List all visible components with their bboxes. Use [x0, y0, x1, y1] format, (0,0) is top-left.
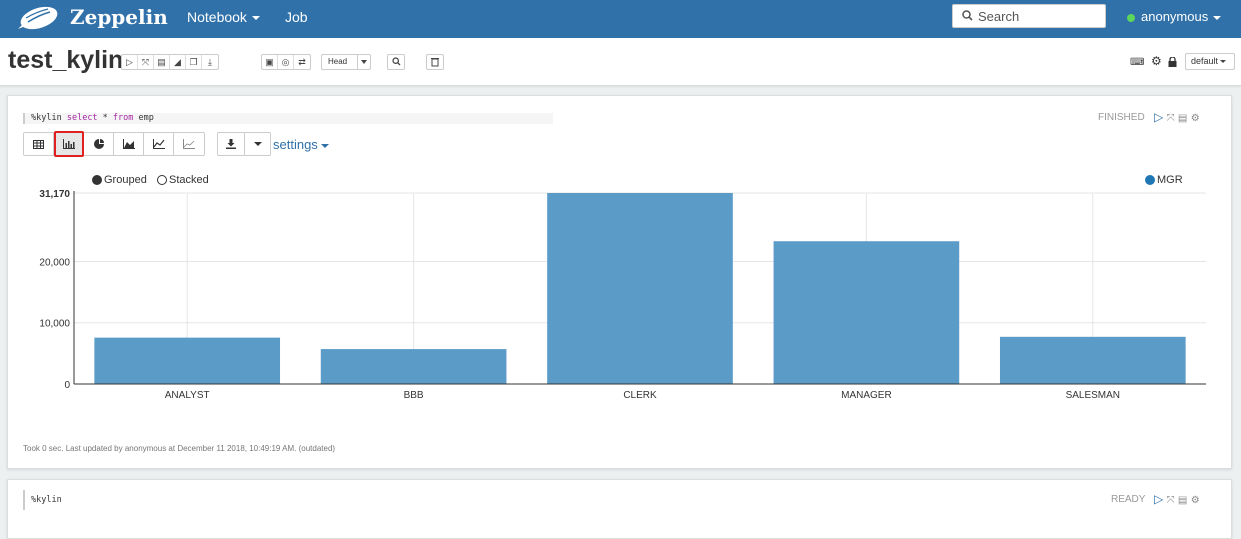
commit-icon[interactable]: ▣: [262, 55, 278, 69]
top-navbar: Zeppelin Notebook Job anonymous: [0, 0, 1241, 38]
interpreter-select[interactable]: default: [1185, 53, 1235, 70]
online-status-icon: [1127, 13, 1135, 22]
y-tick-label: 0: [64, 380, 70, 391]
paragraph-settings-icon[interactable]: ⚙: [1191, 495, 1200, 506]
x-tick-label: SALESMAN: [1066, 390, 1120, 401]
note-header: test_kylin ▷ ⤧ ▤ ◢ ❐ ⤓ ▣ ◎ ⇄ Head ⌨ ⚙ de…: [0, 38, 1241, 86]
note-action-group: ▷ ⤧ ▤ ◢ ❐ ⤓: [121, 54, 219, 70]
x-tick-label: BBB: [404, 390, 424, 401]
x-tick-label: ANALYST: [165, 390, 210, 401]
lock-icon[interactable]: [1168, 56, 1177, 70]
bar-chart: 0 10,000 20,000 31,170 ANALYST BBB CLERK MANAGE…: [39, 189, 1206, 401]
note-title[interactable]: test_kylin: [8, 46, 123, 75]
chevron-down-icon: [361, 60, 367, 64]
bar-analyst: [94, 337, 281, 384]
y-tick-label: 10,000: [39, 319, 70, 330]
paragraph-footer: Took 0 sec. Last updated by anonymous at…: [23, 444, 336, 453]
clear-output-icon[interactable]: ◢: [170, 55, 186, 69]
user-menu[interactable]: anonymous: [1127, 9, 1222, 24]
compare-icon[interactable]: ⇄: [294, 55, 310, 69]
user-name: anonymous: [1141, 9, 1209, 24]
paragraph-1: %kylin select * from emp FINISHED ▷ ⤧ ▤ …: [7, 95, 1232, 469]
paragraph-status: READY: [1111, 494, 1146, 505]
revision-select-label: Head: [328, 57, 348, 66]
chevron-down-icon: [251, 16, 260, 21]
run-all-icon[interactable]: ▷: [122, 55, 138, 69]
notebook-menu[interactable]: Notebook: [187, 9, 260, 25]
paragraph-2: %kylin READY ▷ ⤧ ▤ ⚙: [7, 479, 1232, 539]
search-icon: [962, 10, 973, 21]
chevron-down-icon: [1220, 60, 1227, 64]
x-tick-label: MANAGER: [841, 390, 892, 401]
revision-select[interactable]: Head: [321, 54, 371, 70]
chevron-down-icon: [1213, 15, 1222, 20]
gear-icon[interactable]: ⚙: [1151, 54, 1162, 68]
toggle-output-icon[interactable]: ▤: [1178, 495, 1187, 506]
toggle-editor-icon[interactable]: ⤧: [1167, 495, 1175, 506]
version-icon[interactable]: ◎: [278, 55, 294, 69]
brand-title[interactable]: Zeppelin: [70, 5, 168, 29]
bar-clerk: [547, 193, 733, 384]
note-version-group: ▣ ◎ ⇄: [261, 54, 311, 70]
trash-icon[interactable]: [426, 54, 444, 70]
clone-icon[interactable]: ❐: [186, 55, 202, 69]
zeppelin-logo-icon[interactable]: [14, 3, 60, 33]
y-tick-label: 31,170: [39, 189, 70, 200]
bar-bbb: [320, 349, 507, 384]
toggle-editor-icon[interactable]: ⤧: [138, 55, 154, 69]
interpreter-select-label: default: [1191, 56, 1219, 66]
search-box: [952, 4, 1106, 28]
search-input[interactable]: [978, 7, 1102, 25]
bar-salesman: [999, 336, 1186, 384]
job-link[interactable]: Job: [285, 9, 308, 25]
paragraph-controls: ▷ ⤧ ▤ ⚙: [1154, 492, 1200, 506]
toggle-output-icon[interactable]: ▤: [154, 55, 170, 69]
bar-manager: [773, 241, 960, 384]
x-tick-label: CLERK: [623, 390, 657, 401]
y-tick-label: 20,000: [39, 257, 70, 268]
search-code-icon[interactable]: [387, 54, 405, 70]
keyboard-icon[interactable]: ⌨: [1130, 57, 1144, 68]
notebook-menu-label: Notebook: [187, 9, 247, 25]
export-icon[interactable]: ⤓: [202, 55, 218, 69]
run-paragraph-icon[interactable]: ▷: [1154, 492, 1163, 506]
code-editor[interactable]: %kylin: [23, 490, 323, 510]
